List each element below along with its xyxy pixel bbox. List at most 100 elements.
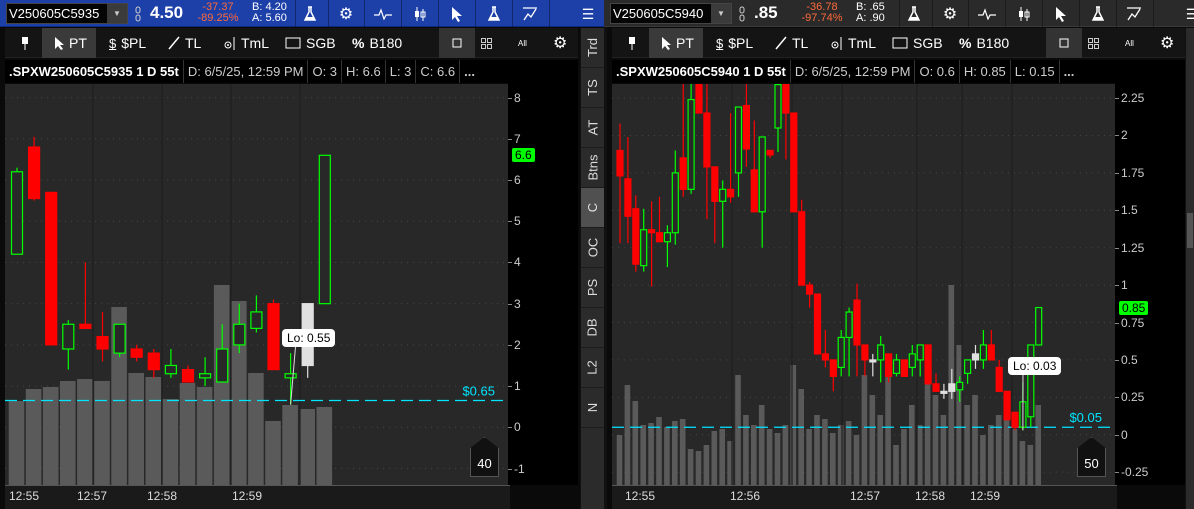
pin-icon[interactable] (15, 28, 35, 58)
gear-icon[interactable]: ⚙ (1160, 28, 1174, 58)
pin-icon[interactable] (622, 28, 642, 58)
trendline-tool-button[interactable]: TL (168, 28, 201, 58)
current-price-badge: 0.85 (1119, 300, 1149, 315)
side-tab-ts[interactable]: TS (581, 68, 604, 108)
volume-bar (8, 401, 25, 485)
pulse-icon[interactable] (976, 4, 998, 24)
price-tick-label: 8 (514, 90, 521, 105)
drawing-tools-icon[interactable] (1123, 4, 1145, 24)
candle (96, 311, 109, 362)
gear-icon[interactable]: ⚙ (939, 4, 961, 24)
candle-body (885, 353, 893, 377)
chevron-down-icon[interactable]: ▼ (107, 4, 127, 23)
candle (798, 199, 806, 286)
price-chart[interactable]: $0.05 (612, 79, 1115, 485)
candle-body (147, 352, 160, 371)
bar-low: L: 3 (386, 60, 417, 83)
pointer-tool-button[interactable]: PT (649, 28, 703, 58)
candle (892, 353, 901, 377)
candle (782, 79, 790, 160)
side-tab-oc[interactable]: OC (581, 228, 604, 268)
volume-bar (932, 395, 939, 485)
b180-tool-button[interactable]: % B180 (959, 28, 1009, 58)
gear-icon[interactable]: ⚙ (553, 28, 567, 58)
volume-bar (162, 399, 179, 485)
symbol-selector[interactable]: V250605C5940 ▼ (610, 3, 732, 24)
flask-icon[interactable] (903, 4, 925, 24)
more-button[interactable]: ... (460, 60, 479, 83)
timeline-tool-button[interactable]: TmL (831, 28, 876, 58)
pl-tool-button[interactable]: $ $PL (716, 28, 753, 58)
all-button[interactable]: All (518, 28, 527, 58)
link-icon[interactable] (736, 4, 748, 24)
time-label: 12:55 (8, 489, 40, 503)
symbol-input[interactable]: V250605C5935 (9, 6, 99, 21)
sgb-tool-button[interactable]: SGB (285, 28, 336, 58)
single-layout-button[interactable] (439, 28, 475, 58)
price-tick-label: 0.5 (1121, 352, 1138, 367)
pointer-tool-button[interactable]: PT (42, 28, 96, 58)
timeline-tool-button[interactable]: TmL (224, 28, 269, 58)
menu-list-icon[interactable]: ☰ (1181, 4, 1194, 24)
symbol-selector[interactable]: V250605C5935 ▼ (6, 3, 128, 24)
price-axis[interactable]: 8 7 6 5 4 3 2 1 0 -1 6.6 (508, 60, 578, 485)
candle (719, 180, 727, 248)
time-axis[interactable]: 12:55 12:57 12:58 12:59 (5, 485, 510, 509)
symbol-input[interactable]: V250605C5940 (613, 6, 703, 21)
trendline-tool-button[interactable]: TL (775, 28, 808, 58)
candle (147, 348, 160, 378)
candle-body (837, 336, 845, 368)
grid-layout-button[interactable] (1088, 28, 1099, 58)
axis-tick (508, 138, 512, 140)
side-tab-trd[interactable]: Trd (581, 28, 604, 68)
candle (853, 283, 861, 377)
pl-tool-button[interactable]: $ $PL (109, 28, 146, 58)
side-tab-c[interactable]: C (581, 188, 604, 228)
price-tick-label: 0 (514, 420, 521, 435)
side-tab-at[interactable]: AT (581, 108, 604, 148)
candles-icon[interactable] (409, 4, 431, 24)
flask-icon[interactable] (1087, 4, 1109, 24)
scrollbar-thumb[interactable] (1187, 213, 1193, 248)
flask-icon[interactable] (299, 4, 321, 24)
candle-body (940, 390, 948, 394)
volume-bar (885, 375, 891, 485)
cursor-icon[interactable] (446, 4, 468, 24)
square-icon (452, 38, 462, 48)
gear-icon[interactable]: ⚙ (335, 4, 357, 24)
menu-list-icon[interactable]: ☰ (577, 4, 599, 24)
candles-icon[interactable] (1013, 4, 1035, 24)
grid-layout-button[interactable] (481, 28, 492, 58)
link-icon[interactable] (132, 4, 144, 24)
pulse-icon[interactable] (372, 4, 394, 24)
flask-icon[interactable] (483, 4, 505, 24)
last-price: .85 (754, 3, 778, 22)
volume-bar (1027, 445, 1034, 485)
side-tab-db[interactable]: DB (581, 308, 604, 348)
cursor-icon[interactable] (1050, 4, 1072, 24)
price-chart[interactable]: $0.65 (5, 84, 508, 485)
side-tab-label: C (584, 202, 600, 213)
sgb-tool-button[interactable]: SGB (892, 28, 943, 58)
grid-icon (1088, 37, 1099, 49)
drawing-tools-icon[interactable] (519, 4, 541, 24)
side-tab-ps[interactable]: PS (581, 268, 604, 308)
more-button[interactable]: ... (1060, 60, 1079, 83)
side-tab-label: L2 (585, 360, 600, 375)
side-tab-n[interactable]: N (581, 388, 604, 428)
time-axis[interactable]: 12:55 12:56 12:57 12:58 12:59 (612, 485, 1117, 509)
candle (655, 196, 664, 243)
timeline-label: TmL (848, 35, 876, 51)
side-tab-l2[interactable]: L2 (581, 348, 604, 388)
side-tab-label: Trd (585, 37, 600, 58)
candle (164, 348, 177, 378)
all-button[interactable]: All (1125, 28, 1134, 58)
right-scrollbar[interactable] (1185, 28, 1194, 509)
chevron-down-icon[interactable]: ▼ (711, 4, 731, 23)
single-layout-button[interactable] (1046, 28, 1082, 58)
b180-tool-button[interactable]: % B180 (352, 28, 402, 58)
change-percent: -89.25% (197, 12, 239, 24)
side-tab-btns[interactable]: Btns (581, 148, 604, 188)
candle (750, 120, 758, 213)
price-axis[interactable]: 2.25 2 1.75 1.5 1.25 1 0.75 0.5 0.25 0 -0.25 0.85 (1115, 60, 1185, 485)
